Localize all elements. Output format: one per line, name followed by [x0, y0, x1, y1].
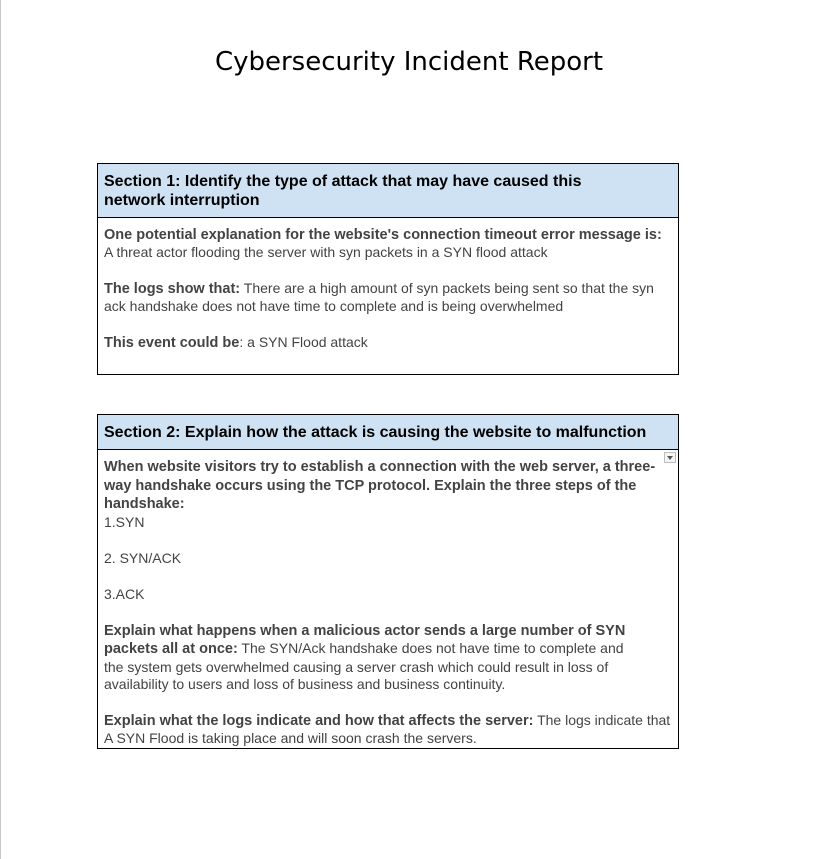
- page-left-edge: [0, 0, 1, 859]
- handshake-prompt-text: When website visitors try to establish a…: [104, 459, 656, 512]
- section-2-table: Section 2: Explain how the attack is cau…: [97, 414, 679, 749]
- malicious-paragraph: Explain what happens when a malicious ac…: [104, 622, 672, 693]
- explanation-label: One potential explanation for the websit…: [104, 227, 662, 243]
- event-label: This event could be: [104, 335, 240, 351]
- server-logs-paragraph: Explain what the logs indicate and how t…: [104, 712, 672, 747]
- handshake-step-1: 1.SYN: [104, 513, 145, 530]
- explanation-value: A threat actor flooding the server with …: [104, 244, 548, 260]
- logs-paragraph: The logs show that: There are a high amo…: [104, 280, 672, 315]
- handshake-step-3: 3.ACK: [104, 585, 145, 602]
- handshake-step-2: 2. SYN/ACK: [104, 549, 182, 566]
- section-1-body: One potential explanation for the websit…: [98, 218, 678, 358]
- event-paragraph: This event could be: a SYN Flood attack: [104, 334, 672, 352]
- handshake-prompt: When website visitors try to establish a…: [104, 458, 672, 514]
- page-title: Cybersecurity Incident Report: [214, 47, 604, 77]
- server-logs-label: Explain what the logs indicate and how t…: [104, 712, 534, 729]
- section-2-body: When website visitors try to establish a…: [98, 450, 678, 753]
- section-1-header: Section 1: Identify the type of attack t…: [98, 164, 678, 218]
- event-value: : a SYN Flood attack: [239, 334, 368, 350]
- section-2-header: Section 2: Explain how the attack is cau…: [98, 415, 678, 450]
- explanation-paragraph: One potential explanation for the websit…: [104, 226, 672, 261]
- logs-label: The logs show that:: [104, 281, 241, 297]
- section-1-table: Section 1: Identify the type of attack t…: [97, 163, 679, 375]
- chevron-down-icon[interactable]: [664, 452, 676, 463]
